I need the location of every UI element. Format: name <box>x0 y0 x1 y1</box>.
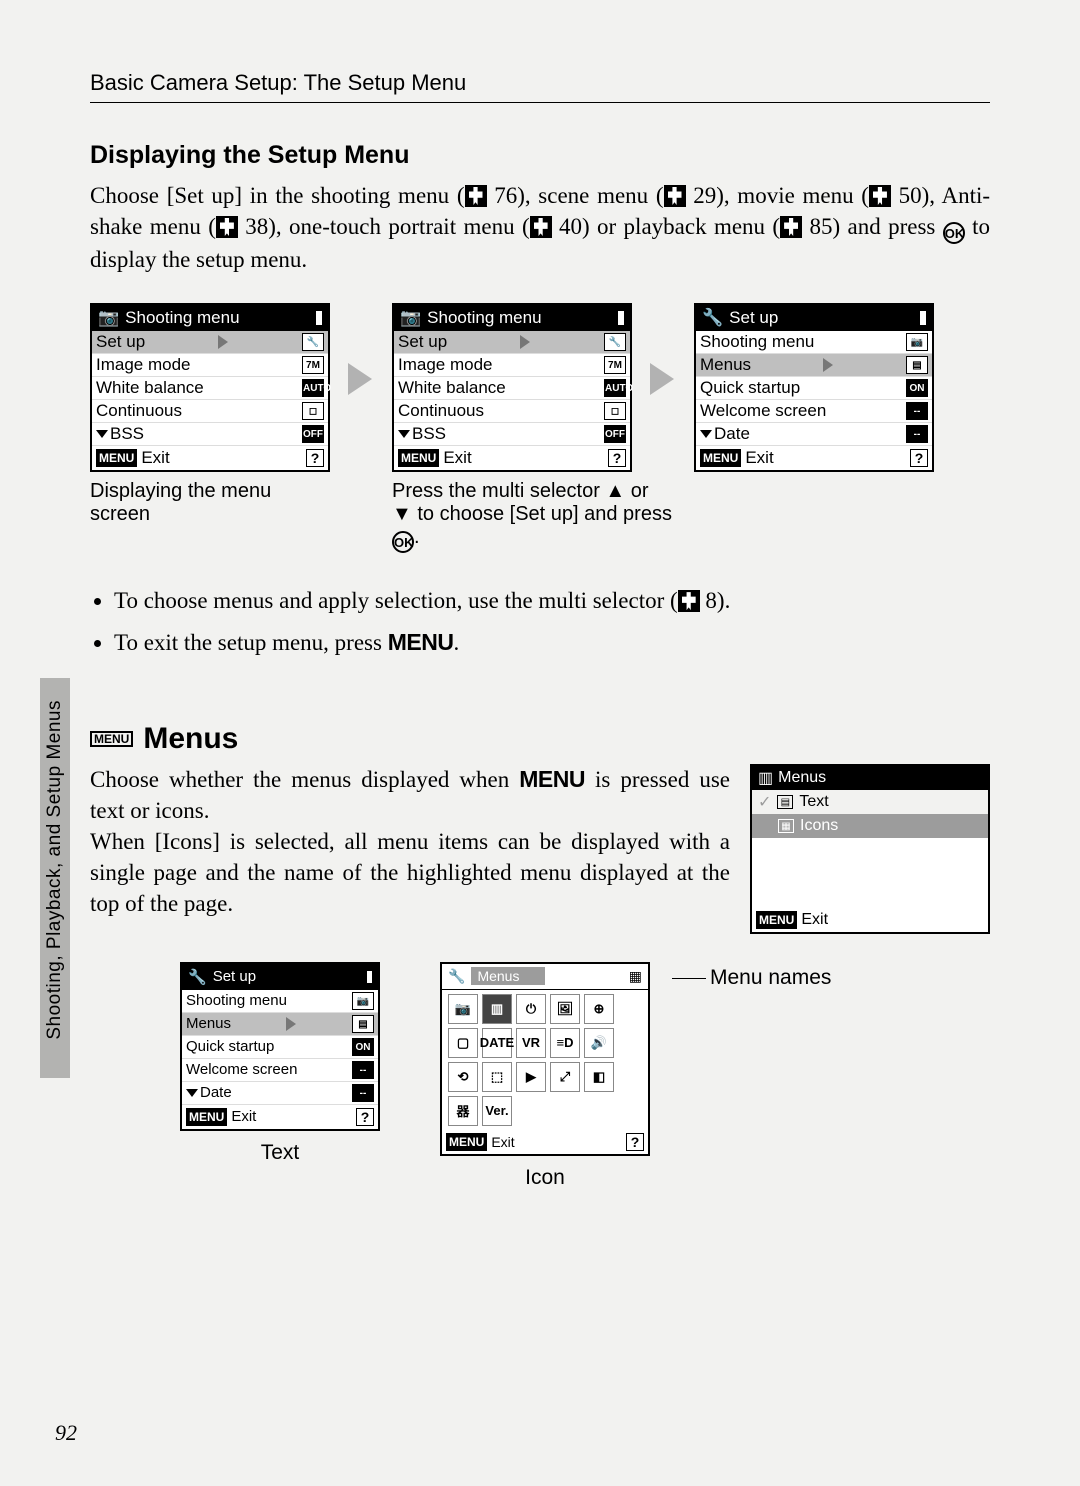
menu-heading-icon: MENU <box>90 731 133 747</box>
menu-names-label: Menu names <box>710 966 831 990</box>
book-ref-icon <box>530 216 552 238</box>
text-caption: Text <box>261 1141 300 1165</box>
lcd-setup-menu: 🔧Set up Shooting menu📷 Menus▤ Quick star… <box>694 303 934 472</box>
camera-icon: 📷 <box>400 308 421 328</box>
lcd-menus-options: ▥Menus ✓▤Text ▦Icons MENUExit <box>750 764 990 934</box>
intro-paragraph: Choose [Set up] in the shooting menu ( 7… <box>90 180 990 275</box>
section-title: Displaying the Setup Menu <box>90 141 990 170</box>
page-header: Basic Camera Setup: The Setup Menu <box>90 70 990 103</box>
lcd-shooting-menu-2: 📷Shooting menu Set up🔧 Image mode7M Whit… <box>392 303 632 472</box>
menus-heading: MENU Menus <box>90 722 990 756</box>
book-ref-icon <box>780 216 802 238</box>
grid-icon: ▦ <box>629 968 642 985</box>
icon-caption: Icon <box>525 1166 565 1190</box>
ok-button-icon: OK <box>392 531 414 553</box>
setup-indicator-icon: 🔧 <box>302 333 324 351</box>
bullet-2: To exit the setup menu, press MENU. <box>114 624 990 662</box>
wrench-icon: 🔧 <box>702 308 723 328</box>
menu-label-icon: MENU <box>96 449 137 467</box>
wrench-icon: 🔧 <box>448 968 465 985</box>
book-ref-icon <box>216 216 238 238</box>
book-ref-icon <box>678 590 700 612</box>
bullet-list: To choose menus and apply selection, use… <box>90 583 990 662</box>
camera-icon: 📷 <box>98 308 119 328</box>
wrench-icon: 🔧 <box>188 968 207 986</box>
book-ref-icon <box>664 185 686 207</box>
ok-button-icon: OK <box>943 222 965 244</box>
menus-description: Choose whether the menus displayed when … <box>90 764 730 919</box>
page-number: 92 <box>55 1420 77 1446</box>
book-ref-icon <box>869 185 891 207</box>
chevron-right-icon <box>218 335 228 349</box>
menu-button-glyph: MENU <box>388 629 454 655</box>
arrow-right-icon <box>650 363 674 395</box>
scroll-indicator-icon <box>316 311 322 325</box>
bullet-1: To choose menus and apply selection, use… <box>114 583 990 620</box>
side-tab-text: Shooting, Playback, and Setup Menus <box>44 700 66 1040</box>
arrow-right-icon <box>348 363 372 395</box>
lcd-icon-mode: 🔧 Menus ▦ 📷 ▥ ⏻ 🖼 ⊕ ▢ DATE VR ≡D 🔊 ⟲ <box>440 962 650 1156</box>
lcd-text-mode: 🔧Set up Shooting menu📷 Menus▤ Quick star… <box>180 962 380 1131</box>
lower-screens-row: 🔧Set up Shooting menu📷 Menus▤ Quick star… <box>180 962 990 1190</box>
screens-row: 📷Shooting menu Set up🔧 Image mode7M Whit… <box>90 303 990 472</box>
lcd-shooting-menu-1: 📷Shooting menu Set up🔧 Image mode7M Whit… <box>90 303 330 472</box>
icon-grid: 📷 ▥ ⏻ 🖼 ⊕ ▢ DATE VR ≡D 🔊 ⟲ ⬚ ▶ ⤢ ◧ 器 <box>442 990 648 1130</box>
book-ref-icon <box>465 185 487 207</box>
caption-2: Press the multi selector ▲ or ▼ to choos… <box>392 480 672 553</box>
check-icon: ✓ <box>758 792 771 812</box>
menu-button-glyph: MENU <box>519 766 585 792</box>
down-caret-icon <box>96 430 108 438</box>
chevron-right-icon <box>520 335 530 349</box>
help-icon: ? <box>306 449 324 467</box>
caption-1: Displaying the menu screen <box>90 480 330 553</box>
menu-icon: ▥ <box>758 768 773 788</box>
captions-row: Displaying the menu screen Press the mul… <box>90 480 990 553</box>
